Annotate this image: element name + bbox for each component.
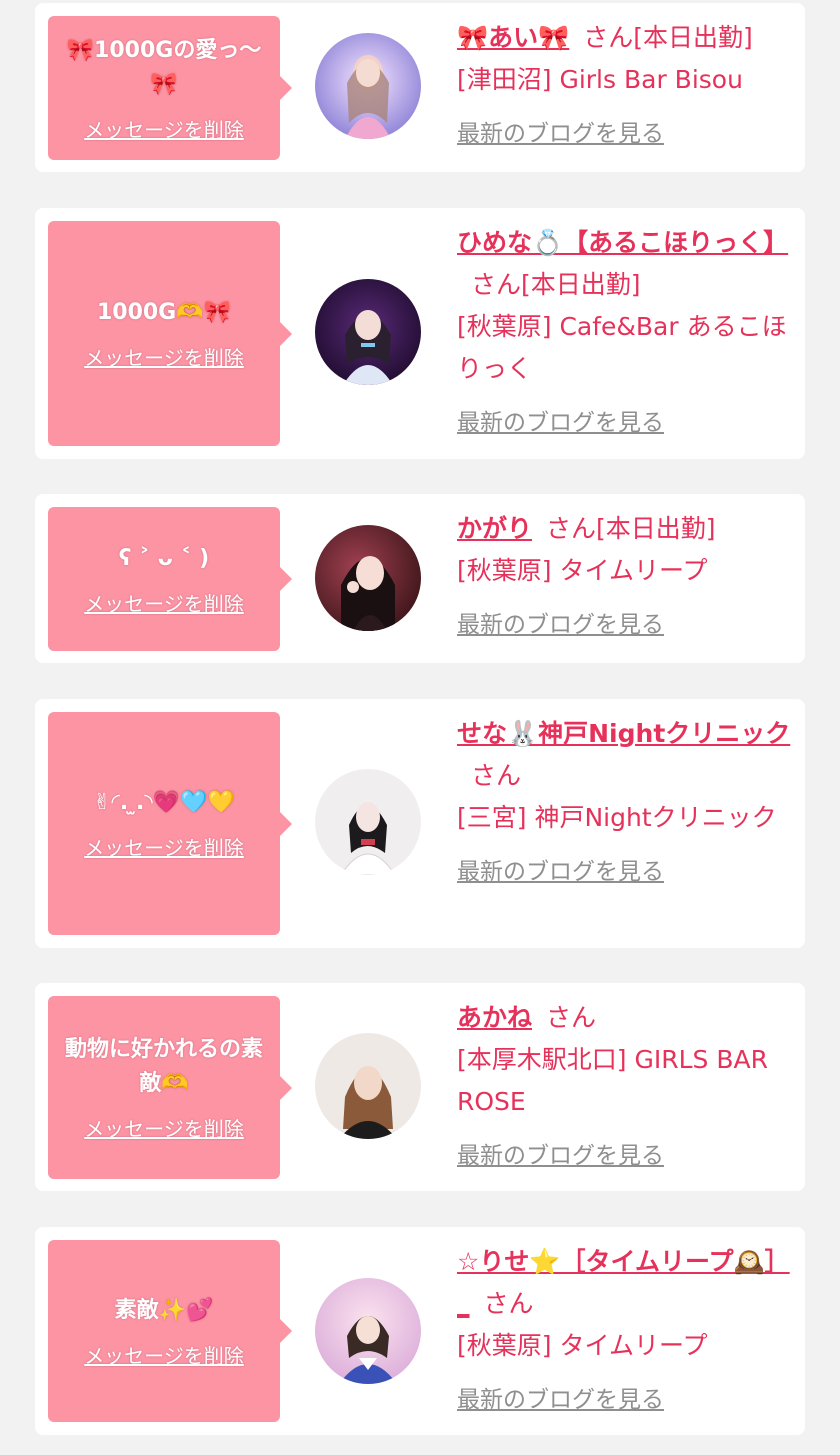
cast-name-link[interactable]: ひめな💍【あるこほりっく】 [457, 228, 788, 257]
cast-info: かがり さん[本日出勤] [秋葉原] タイムリープ 最新のブログを見る [457, 508, 793, 646]
shop-location: [本厚木駅北口] GIRLS BAR ROSE [457, 1045, 768, 1116]
message-card: ✌︎◜. ̫.◝💗🩵💛 メッセージを削除 せな🐰神戸Nightクリニックさん [… [35, 699, 805, 948]
cast-info: 🎀あい🎀 さん[本日出勤] [津田沼] Girls Bar Bisou 最新のブロ… [457, 17, 793, 155]
avatar[interactable] [315, 33, 421, 139]
message-bubble: 素敵✨💕 メッセージを削除 [48, 1240, 292, 1422]
latest-blog-link[interactable]: 最新のブログを見る [457, 604, 664, 646]
avatar[interactable] [315, 525, 421, 631]
delete-message-link[interactable]: メッセージを削除 [84, 114, 244, 143]
avatar[interactable] [315, 279, 421, 385]
latest-blog-link[interactable]: 最新のブログを見る [457, 113, 664, 155]
honorific: さん [583, 23, 634, 52]
message-text: 素敵✨💕 [114, 1297, 214, 1323]
message-bubble: 1000G🫶🎀 メッセージを削除 [48, 221, 292, 446]
message-card: 1000G🫶🎀 メッセージを削除 ひめな💍【あるこほりっく】さん[本日出勤] [… [35, 208, 805, 459]
cast-info: ひめな💍【あるこほりっく】さん[本日出勤] [秋葉原] Cafe&Bar あるこ… [457, 222, 793, 444]
honorific: さん [483, 1289, 534, 1318]
cast-info: せな🐰神戸Nightクリニックさん [三宮] 神戸Nightクリニック 最新のブ… [457, 713, 793, 893]
latest-blog-link[interactable]: 最新のブログを見る [457, 1379, 664, 1421]
message-text: 動物に好かれるの素敵🫶 [64, 1037, 263, 1096]
avatar[interactable] [315, 1278, 421, 1384]
avatar[interactable] [315, 769, 421, 875]
latest-blog-link[interactable]: 最新のブログを見る [457, 851, 664, 893]
shop-location: [秋葉原] タイムリープ [457, 1331, 708, 1360]
shop-location: [三宮] 神戸Nightクリニック [457, 803, 777, 832]
cast-info: ☆りせ⭐️［タイムリープ🕰️］_ さん [秋葉原] タイムリープ 最新のブログを見… [457, 1241, 793, 1421]
shop-location: [秋葉原] Cafe&Bar あるこほりっく [457, 312, 787, 383]
delete-message-link[interactable]: メッセージを削除 [84, 588, 244, 617]
message-text: ✌︎◜. ̫.◝💗🩵💛 [92, 790, 236, 815]
cast-name-link[interactable]: かがり [457, 514, 532, 543]
message-text: 1000G🫶🎀 [96, 300, 232, 325]
message-bubble: ʕ ˃ ᴗ ˂ ) メッセージを削除 [48, 507, 292, 651]
latest-blog-link[interactable]: 最新のブログを見る [457, 402, 664, 444]
delete-message-link[interactable]: メッセージを削除 [84, 1113, 244, 1142]
shop-location: [津田沼] Girls Bar Bisou [457, 65, 743, 94]
delete-message-link[interactable]: メッセージを削除 [84, 1340, 244, 1369]
shop-location: [秋葉原] タイムリープ [457, 556, 708, 585]
message-card: 動物に好かれるの素敵🫶 メッセージを削除 あかね さん [本厚木駅北口] GIRL… [35, 983, 805, 1191]
latest-blog-link[interactable]: 最新のブログを見る [457, 1135, 664, 1177]
honorific: さん [471, 761, 522, 790]
honorific: さん [471, 270, 522, 299]
message-bubble: 🎀1000Gの愛っ〜🎀 メッセージを削除 [48, 16, 292, 160]
honorific: さん [546, 514, 597, 543]
message-card: 🎀1000Gの愛っ〜🎀 メッセージを削除 🎀あい🎀 さん[本日出勤] [津田沼] … [35, 3, 805, 172]
attendance-status: [本日出勤] [596, 514, 716, 543]
cast-name-link[interactable]: あかね [457, 1003, 532, 1032]
message-card: ʕ ˃ ᴗ ˂ ) メッセージを削除 かがり さん[本日出勤] [秋葉原] タイム… [35, 494, 805, 663]
cast-name-link[interactable]: 🎀あい🎀 [457, 23, 569, 52]
message-bubble: 動物に好かれるの素敵🫶 メッセージを削除 [48, 996, 292, 1179]
message-bubble: ✌︎◜. ̫.◝💗🩵💛 メッセージを削除 [48, 712, 292, 935]
honorific: さん [546, 1003, 597, 1032]
attendance-status: [本日出勤] [633, 23, 753, 52]
delete-message-link[interactable]: メッセージを削除 [84, 832, 244, 861]
message-text: 🎀1000Gの愛っ〜🎀 [66, 37, 262, 97]
cast-info: あかね さん [本厚木駅北口] GIRLS BAR ROSE 最新のブログを見る [457, 997, 793, 1177]
message-text: ʕ ˃ ᴗ ˂ ) [118, 545, 210, 571]
avatar[interactable] [315, 1033, 421, 1139]
attendance-status: [本日出勤] [521, 270, 641, 299]
cast-name-link[interactable]: せな🐰神戸Nightクリニック [457, 719, 790, 748]
delete-message-link[interactable]: メッセージを削除 [84, 342, 244, 371]
message-card: 素敵✨💕 メッセージを削除 ☆りせ⭐️［タイムリープ🕰️］_ さん [秋葉原] タ… [35, 1227, 805, 1435]
